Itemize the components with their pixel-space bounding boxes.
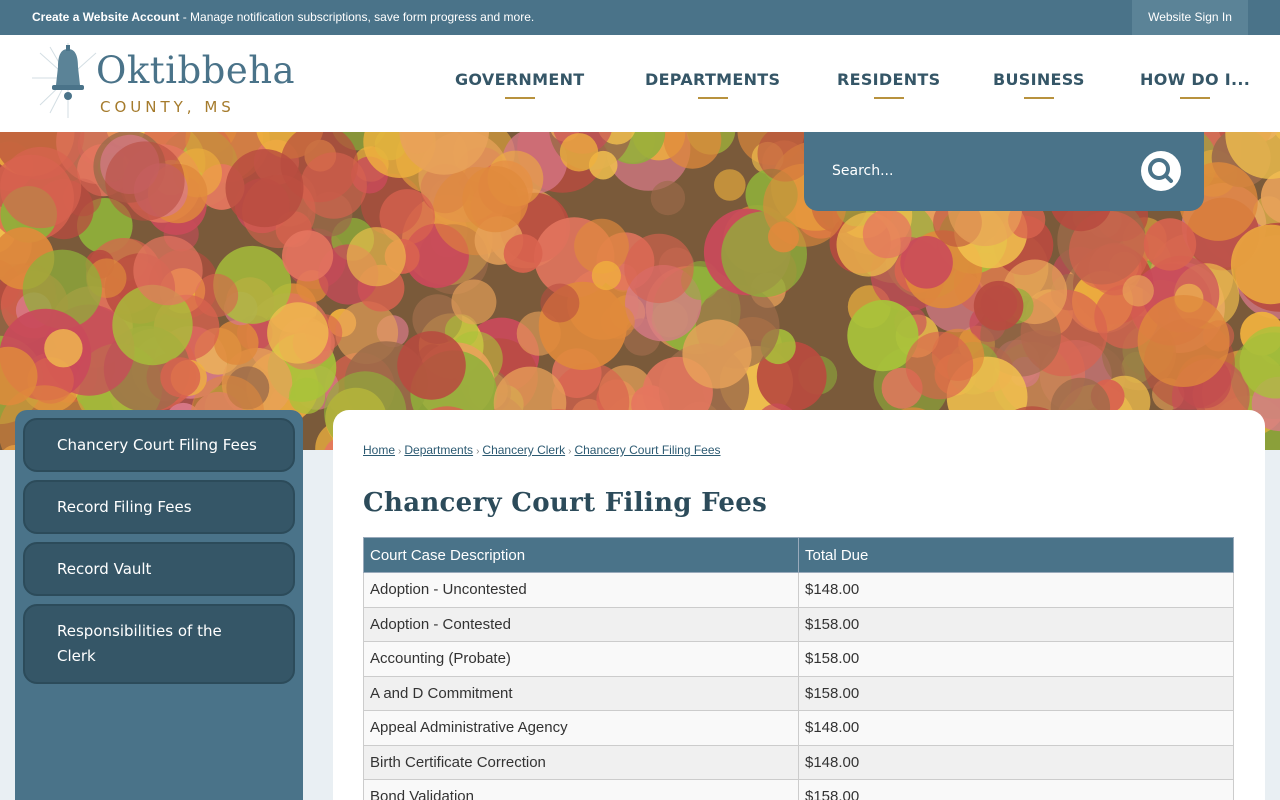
fees-table: Court Case Description Total Due Adoptio… xyxy=(363,537,1234,800)
website-sign-in-button[interactable]: Website Sign In xyxy=(1132,0,1248,35)
search-panel xyxy=(804,132,1204,211)
sidebar-item-record-vault[interactable]: Record Vault xyxy=(23,542,295,596)
sidebar-item-label: Record Filing Fees xyxy=(57,497,192,516)
account-message: Create a Website Account - Manage notifi… xyxy=(32,10,534,24)
table-row: Accounting (Probate) $158.00 xyxy=(363,641,1234,677)
search-button[interactable] xyxy=(1141,151,1181,191)
account-description: - Manage notification subscriptions, sav… xyxy=(179,10,535,24)
search-input[interactable] xyxy=(832,158,1132,184)
sidebar-item-label: Responsibilities of the Clerk xyxy=(57,622,222,665)
total-due: $158.00 xyxy=(798,606,1234,642)
total-due: $158.00 xyxy=(798,779,1234,800)
case-description: Adoption - Contested xyxy=(363,606,799,642)
column-header: Court Case Description xyxy=(363,537,799,573)
breadcrumb-separator-icon: › xyxy=(568,446,572,457)
breadcrumb-separator-icon: › xyxy=(476,446,480,457)
bell-icon xyxy=(32,43,97,118)
total-due: $148.00 xyxy=(798,710,1234,746)
breadcrumb-departments[interactable]: Departments xyxy=(404,443,473,457)
total-due: $158.00 xyxy=(798,675,1234,711)
total-due: $148.00 xyxy=(798,744,1234,780)
table-row: Bond Validation $158.00 xyxy=(363,779,1234,800)
nav-label: BUSINESS xyxy=(993,70,1085,89)
logo-subtitle: COUNTY, MS xyxy=(100,98,235,116)
breadcrumb-separator-icon: › xyxy=(398,446,402,457)
logo-title: Oktibbeha xyxy=(96,49,296,92)
breadcrumb-home[interactable]: Home xyxy=(363,443,395,457)
nav-label: DEPARTMENTS xyxy=(645,70,781,89)
create-account-link[interactable]: Create a Website Account xyxy=(32,10,179,24)
table-row: A and D Commitment $158.00 xyxy=(363,675,1234,711)
breadcrumb-current-page[interactable]: Chancery Court Filing Fees xyxy=(574,443,720,457)
nav-departments[interactable]: DEPARTMENTS xyxy=(645,70,780,99)
table-row: Appeal Administrative Agency $148.00 xyxy=(363,710,1234,746)
case-description: Appeal Administrative Agency xyxy=(363,710,799,746)
total-due: $148.00 xyxy=(798,572,1234,608)
main-content: Home › Departments › Chancery Clerk › Chancery… xyxy=(333,410,1265,800)
nav-government[interactable]: GOVERNMENT xyxy=(455,70,584,99)
case-description: Adoption - Uncontested xyxy=(363,572,799,608)
sidebar-item-record-filing-fees[interactable]: Record Filing Fees xyxy=(23,480,295,534)
sidebar-item-chancery-court-filing-fees[interactable]: Chancery Court Filing Fees xyxy=(23,418,295,472)
nav-label: RESIDENTS xyxy=(837,70,941,89)
breadcrumb: Home › Departments › Chancery Clerk › Chancery… xyxy=(363,443,721,457)
case-description: A and D Commitment xyxy=(363,675,799,711)
top-bar: Create a Website Account - Manage notifi… xyxy=(0,0,1280,35)
total-due: $158.00 xyxy=(798,641,1234,677)
table-row: Adoption - Contested $158.00 xyxy=(363,606,1234,642)
table-header-row: Court Case Description Total Due xyxy=(363,537,1234,573)
table-row: Birth Certificate Correction $148.00 xyxy=(363,744,1234,780)
page-title: Chancery Court Filing Fees xyxy=(363,488,768,518)
nav-underline xyxy=(1023,97,1054,99)
case-description: Birth Certificate Correction xyxy=(363,744,799,780)
nav-label: GOVERNMENT xyxy=(455,70,585,89)
case-description: Accounting (Probate) xyxy=(363,641,799,677)
nav-underline xyxy=(873,97,904,99)
table-row: Adoption - Uncontested $148.00 xyxy=(363,572,1234,608)
case-description: Bond Validation xyxy=(363,779,799,800)
nav-label: HOW DO I... xyxy=(1140,70,1251,89)
sidebar-item-label: Chancery Court Filing Fees xyxy=(57,435,257,454)
column-header: Total Due xyxy=(798,537,1234,573)
search-icon xyxy=(1148,158,1173,183)
county-logo[interactable]: Oktibbeha COUNTY, MS xyxy=(30,43,310,123)
nav-business[interactable]: BUSINESS xyxy=(993,70,1085,99)
sidebar-item-label: Record Vault xyxy=(57,559,152,578)
nav-underline xyxy=(1180,97,1211,99)
sidebar-item-responsibilities-of-the-clerk[interactable]: Responsibilities of the Clerk xyxy=(23,604,295,684)
sidebar-nav: Chancery Court Filing Fees Record Filing… xyxy=(15,410,303,800)
nav-underline xyxy=(504,97,535,99)
site-header: Oktibbeha COUNTY, MS GOVERNMENT DEPARTME… xyxy=(0,35,1280,132)
nav-how-do-i[interactable]: HOW DO I... xyxy=(1140,70,1250,99)
nav-residents[interactable]: RESIDENTS xyxy=(837,70,940,99)
nav-underline xyxy=(697,97,728,99)
breadcrumb-chancery-clerk[interactable]: Chancery Clerk xyxy=(482,443,565,457)
